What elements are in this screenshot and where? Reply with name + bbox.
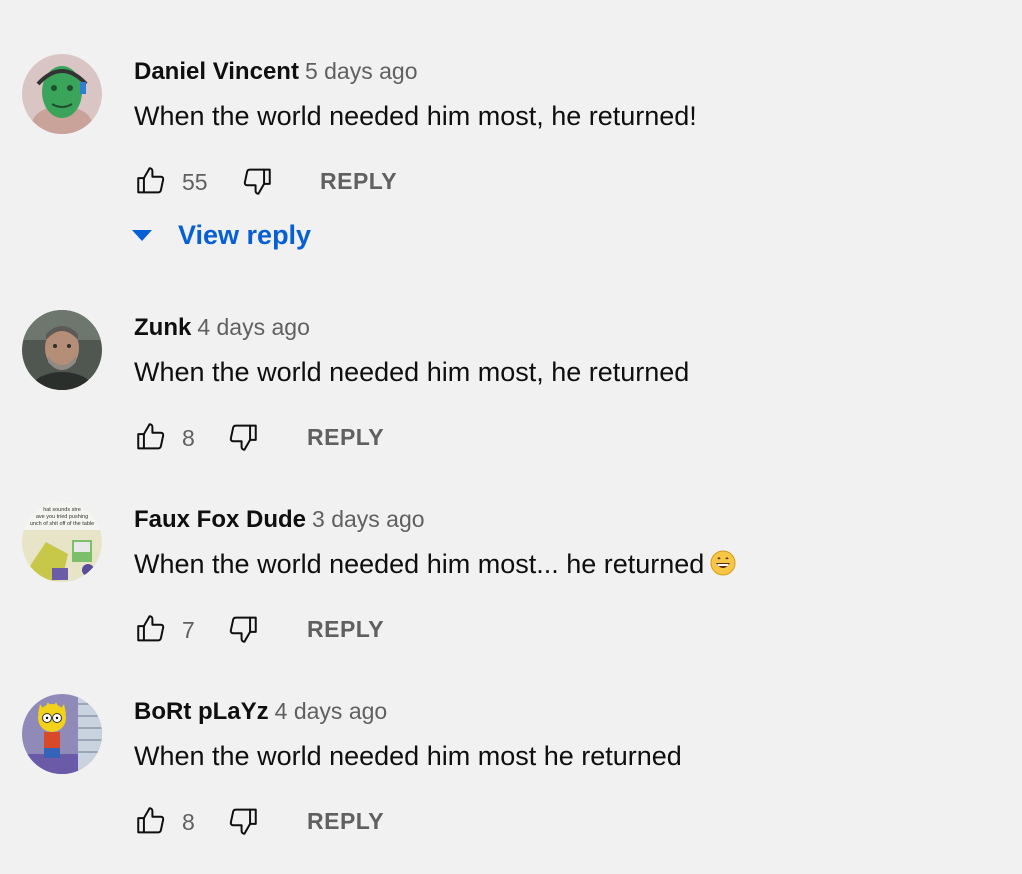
thumbs-up-icon [137, 167, 165, 194]
thumbs-down-icon [243, 168, 271, 195]
like-count: 8 [182, 425, 195, 451]
avatar-caption: ave you tried pushing [36, 514, 88, 520]
thumbs-down-icon [229, 616, 257, 643]
timestamp[interactable]: 5 days ago [305, 58, 418, 84]
comment-text: When the world needed him most he return… [134, 741, 682, 771]
thumbs-down-icon [229, 424, 257, 451]
like-button[interactable] [134, 804, 168, 838]
reply-button[interactable]: REPLY [307, 616, 384, 643]
comment-text-body: When the world needed him most... he ret… [134, 549, 705, 579]
view-replies-label: View reply [178, 220, 312, 250]
avatar[interactable] [22, 310, 102, 390]
dislike-button[interactable] [226, 804, 260, 838]
grinning-face-icon [710, 550, 736, 576]
comment-header: Zunk 4 days ago [134, 314, 310, 342]
dislike-button[interactable] [226, 420, 260, 454]
timestamp[interactable]: 4 days ago [197, 314, 310, 340]
comment-header: Daniel Vincent 5 days ago [134, 58, 417, 86]
reply-button[interactable]: REPLY [307, 424, 384, 451]
thumbs-up-icon [137, 807, 165, 834]
avatar-caption: hat sounds stre [43, 507, 81, 513]
timestamp[interactable]: 3 days ago [312, 506, 425, 532]
dislike-button[interactable] [226, 612, 260, 646]
like-count: 55 [182, 169, 208, 195]
comment-item: Daniel Vincent 5 days ago When the world … [0, 0, 1022, 280]
comment-text: When the world needed him most, he retur… [134, 101, 697, 131]
avatar[interactable]: hat sounds stre ave you tried pushing un… [22, 502, 102, 582]
timestamp[interactable]: 4 days ago [275, 698, 388, 724]
author-name[interactable]: Daniel Vincent [134, 58, 299, 85]
avatar-caption: unch of shit off of the table [30, 521, 94, 527]
like-button[interactable] [134, 612, 168, 646]
thumbs-down-icon [229, 808, 257, 835]
like-button[interactable] [134, 420, 168, 454]
comment-text: When the world needed him most... he ret… [134, 549, 736, 580]
reply-button[interactable]: REPLY [320, 168, 397, 195]
avatar[interactable] [22, 54, 102, 134]
like-button[interactable] [134, 164, 168, 198]
caret-down-icon [132, 230, 152, 241]
avatar[interactable] [22, 694, 102, 774]
author-name[interactable]: BoRt pLaYz [134, 698, 269, 725]
thumbs-up-icon [137, 615, 165, 642]
like-count: 8 [182, 809, 195, 835]
reply-button[interactable]: REPLY [307, 808, 384, 835]
author-name[interactable]: Faux Fox Dude [134, 506, 306, 533]
comment-header: BoRt pLaYz 4 days ago [134, 698, 387, 726]
thumbs-up-icon [137, 423, 165, 450]
comment-header: Faux Fox Dude 3 days ago [134, 506, 425, 534]
like-count: 7 [182, 617, 195, 643]
author-name[interactable]: Zunk [134, 314, 191, 341]
comment-text: When the world needed him most, he retur… [134, 357, 690, 387]
dislike-button[interactable] [240, 164, 274, 198]
